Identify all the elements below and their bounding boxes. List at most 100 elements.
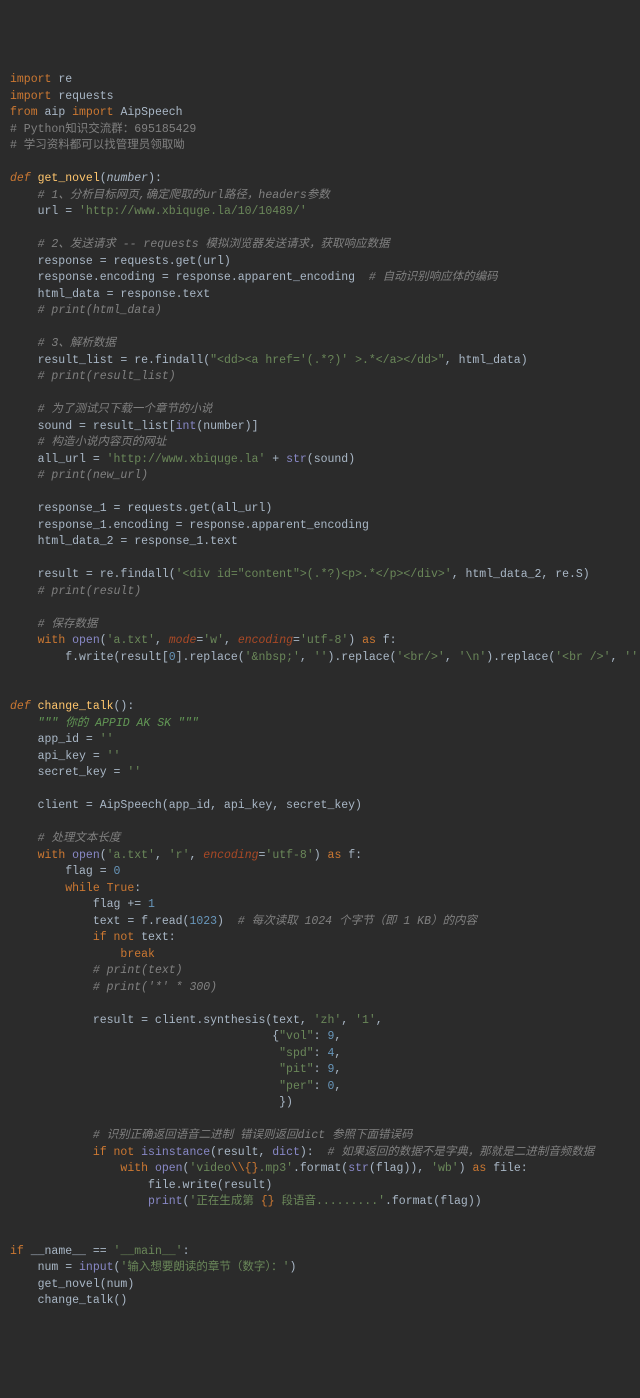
code-token: as	[328, 849, 349, 862]
code-line: if __name__ == '__main__':	[10, 1244, 630, 1261]
code-token: def	[10, 700, 38, 713]
code-line: with open('video\\{}.mp3'.format(str(fla…	[10, 1161, 630, 1178]
code-token: ,	[341, 1014, 355, 1027]
code-token: ():	[114, 700, 135, 713]
code-token: })	[10, 1096, 293, 1109]
code-token	[10, 717, 38, 730]
code-token: text = f.read(	[10, 915, 189, 928]
code-token: "spd"	[279, 1047, 314, 1060]
code-line: with open('a.txt', 'r', encoding='utf-8'…	[10, 848, 630, 865]
code-token: all_url =	[10, 453, 107, 466]
code-token: 0	[114, 865, 121, 878]
code-token: aip	[45, 106, 73, 119]
code-token: )	[290, 1261, 297, 1274]
code-line: from aip import AipSpeech	[10, 105, 630, 122]
code-token: file.write(result)	[10, 1179, 272, 1192]
code-token: 'video	[189, 1162, 230, 1175]
code-token: 'utf-8'	[300, 634, 348, 647]
code-token	[10, 981, 93, 994]
code-line: # 处理文本长度	[10, 831, 630, 848]
code-token: ,	[155, 634, 169, 647]
code-token	[10, 469, 38, 482]
code-token: (sound)	[307, 453, 355, 466]
code-token: 'w'	[203, 634, 224, 647]
code-token: ''	[107, 750, 121, 763]
code-line: })	[10, 1095, 630, 1112]
code-token	[10, 849, 38, 862]
code-token: :	[314, 1063, 328, 1076]
code-line: # print(text)	[10, 963, 630, 980]
code-line	[10, 221, 630, 238]
code-token: api_key =	[10, 750, 107, 763]
code-token: # print(result_list)	[38, 370, 176, 383]
code-token: ,	[224, 634, 238, 647]
code-line	[10, 666, 630, 683]
code-token: html_data_2 = response_1.text	[10, 535, 238, 548]
code-token	[10, 1195, 148, 1208]
code-token: :	[183, 1245, 190, 1258]
code-token: result = re.findall(	[10, 568, 176, 581]
code-token: (	[183, 1162, 190, 1175]
code-token: ).replace(	[486, 651, 555, 664]
code-token: , html_data)	[445, 354, 528, 367]
code-token: :	[314, 1047, 328, 1060]
code-token: ''	[314, 651, 328, 664]
code-line: file.write(result)	[10, 1178, 630, 1195]
code-token: :	[134, 882, 141, 895]
code-line: def get_novel(number):	[10, 171, 630, 188]
code-token	[10, 634, 38, 647]
code-token: as	[362, 634, 383, 647]
code-token: 'r'	[169, 849, 190, 862]
code-token: result = client.synthesis(text,	[10, 1014, 314, 1027]
code-token: 'zh'	[314, 1014, 342, 1027]
code-line: flag = 0	[10, 864, 630, 881]
code-token	[10, 370, 38, 383]
code-token: mode	[169, 634, 197, 647]
code-editor: import reimport requestsfrom aip import …	[10, 72, 630, 1310]
code-token: '输入想要朗读的章节（数字）：'	[120, 1261, 289, 1274]
code-token	[10, 585, 38, 598]
code-token: # 自动识别响应体的编码	[369, 271, 498, 284]
code-line	[10, 600, 630, 617]
code-token: text:	[141, 931, 176, 944]
code-token	[10, 948, 120, 961]
code-token: '<div id="content">(.*?)<p>.*</p></div>'	[176, 568, 452, 581]
code-token: f:	[348, 849, 362, 862]
code-token: ):	[148, 172, 162, 185]
code-token: result_list = re.findall(	[10, 354, 210, 367]
code-token: num =	[10, 1261, 79, 1274]
code-line: # print(html_data)	[10, 303, 630, 320]
code-token: ,	[155, 849, 169, 862]
code-token: f:	[383, 634, 397, 647]
code-token	[10, 1146, 93, 1159]
code-token: '\n'	[459, 651, 487, 664]
code-token: # print(text)	[93, 964, 183, 977]
code-token: 'http://www.xbiquge.la'	[107, 453, 266, 466]
code-line: sound = result_list[int(number)]	[10, 419, 630, 436]
code-token: ''	[127, 766, 141, 779]
code-token: # 1、分析目标网页,确定爬取的url路径，headers参数	[38, 189, 330, 202]
code-line: # 2、发送请求 -- requests 模拟浏览器发送请求，获取响应数据	[10, 237, 630, 254]
code-line: # Python知识交流群：695185429	[10, 122, 630, 139]
code-token: app_id =	[10, 733, 100, 746]
code-token: .format(flag))	[385, 1195, 482, 1208]
code-token: )	[459, 1162, 473, 1175]
code-line: api_key = ''	[10, 749, 630, 766]
code-token: (	[100, 849, 107, 862]
code-token: requests	[58, 90, 113, 103]
code-line: print('正在生成第 {} 段语音.........'.format(fla…	[10, 1194, 630, 1211]
code-token: 段语音.........'	[275, 1195, 385, 1208]
code-token: isinstance	[141, 1146, 210, 1159]
code-token: url =	[10, 205, 79, 218]
code-token	[10, 882, 65, 895]
code-token: (flag)),	[369, 1162, 431, 1175]
code-line: text = f.read(1023) # 每次读取 1024 个字节（即 1 …	[10, 914, 630, 931]
code-line: response_1 = requests.get(all_url)	[10, 501, 630, 518]
code-line: # 为了测试只下载一个章节的小说	[10, 402, 630, 419]
code-token: :	[314, 1080, 328, 1093]
code-token: re	[58, 73, 72, 86]
code-token: response.encoding = response.apparent_en…	[10, 271, 369, 284]
code-token: )	[314, 849, 328, 862]
code-token: ):	[300, 1146, 328, 1159]
code-line	[10, 1227, 630, 1244]
